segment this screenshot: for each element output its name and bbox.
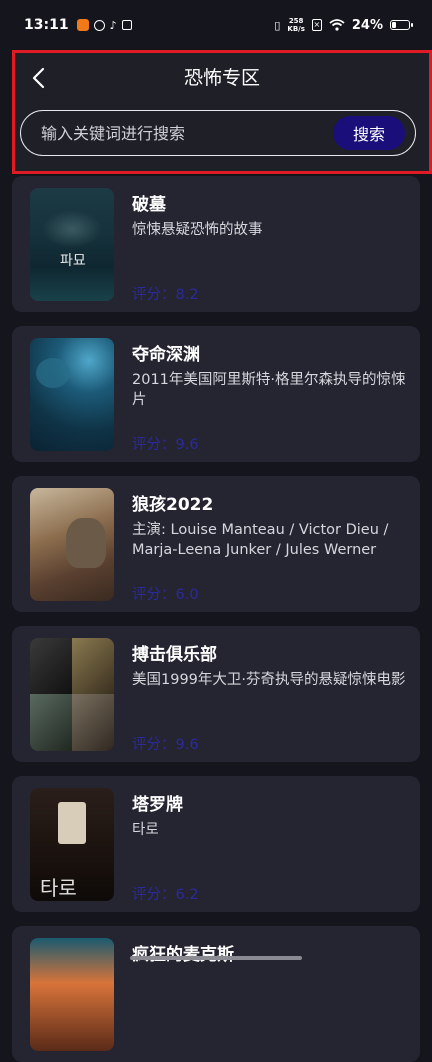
no-sim-icon: × [311,19,322,31]
network-speed-unit: KB/s [287,25,305,33]
movie-poster [30,338,114,451]
status-bar: 13:11 ♪ ▯ 258 KB/s × 24% [0,0,432,50]
movie-poster [30,488,114,601]
movie-card[interactable]: 搏击俱乐部 美国1999年大卫·芬奇执导的悬疑惊悚电影 评分：9.6 [12,626,420,762]
movie-card[interactable]: 타로 塔罗牌 타로 评分：6.2 [12,776,420,912]
header: 恐怖专区 搜索 [12,50,432,174]
movie-rating: 评分：6.0 [132,587,199,603]
movie-description: 惊悚悬疑恐怖的故事 [132,222,263,238]
movie-title: 搏击俱乐部 [132,645,217,665]
app-notification-icon [93,19,105,31]
movie-description: 美国1999年大卫·芬奇执导的悬疑惊悚电影 [132,672,406,688]
search-bar: 搜索 [20,110,416,156]
movie-card[interactable]: 疯狂的麦克斯 [12,926,420,1062]
movie-card[interactable]: 狼孩2022 主演: Louise Manteau / Victor Dieu … [12,476,420,612]
movie-rating: 评分：9.6 [132,737,199,753]
movie-title: 夺命深渊 [132,345,200,365]
movie-title: 狼孩2022 [132,495,214,515]
movie-title: 疯狂的麦克斯 [132,945,234,965]
search-button[interactable]: 搜索 [333,116,405,150]
status-right: ▯ 258 KB/s × 24% [274,17,413,33]
movie-rating: 评分：8.2 [132,287,199,303]
movie-poster: 타로 [30,788,114,901]
network-speed: 258 KB/s [287,17,304,33]
movie-rating: 评分：6.2 [132,887,199,903]
movie-title: 塔罗牌 [132,795,183,815]
page-title: 恐怖专区 [183,67,260,89]
network-speed-value: 258 [288,17,304,25]
battery-icon [390,20,413,30]
movie-card[interactable]: 파묘 破墓 惊悚悬疑恐怖的故事 评分：8.2 [12,176,420,312]
battery-percent: 24% [351,17,383,33]
movie-description: 타로 [132,822,159,838]
app-notification-icon [76,19,89,31]
movie-card[interactable]: 夺命深渊 2011年美国阿里斯特·格里尔森执导的惊悚片 评分：9.6 [12,326,420,462]
movie-poster: 파묘 [30,188,114,301]
movie-title: 破墓 [132,195,166,215]
tiktok-icon: ♪ [109,18,117,32]
movie-poster [30,938,114,1051]
search-input[interactable] [21,122,333,144]
movie-rating: 评分：9.6 [132,437,199,453]
movie-description: 主演: Louise Manteau / Victor Dieu / Marja… [132,522,389,558]
notification-icons: ♪ [76,18,132,32]
wifi-icon [329,19,345,31]
home-indicator [130,956,302,960]
movie-poster [30,638,114,751]
image-icon [121,20,132,30]
movie-description: 2011年美国阿里斯特·格里尔森执导的惊悚片 [132,372,406,408]
vibrate-icon: ▯ [274,18,281,32]
status-time: 13:11 [24,17,69,33]
